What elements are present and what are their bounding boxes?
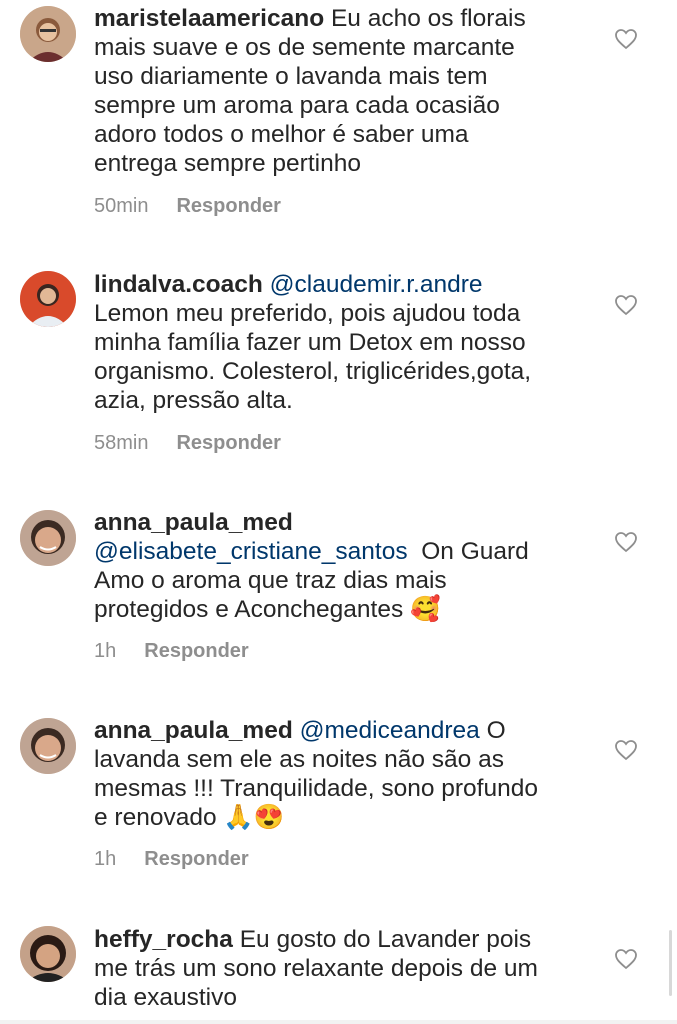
avatar[interactable] [20,926,76,982]
like-button[interactable] [614,948,638,970]
comment-body: O [479,717,506,744]
comment-body: Eu acho os florais [324,5,526,32]
heart-outline-icon [615,29,637,50]
mention-link[interactable]: @mediceandrea [300,717,480,744]
avatar[interactable] [20,510,76,566]
comment-time: 1h [94,848,117,870]
comment-body: uso diariamente o lavanda mais tem [94,63,488,90]
comment-body: mesmas !!! Tranquilidade, sono profundo [94,775,538,802]
heart-outline-icon [615,740,637,761]
comment-username[interactable]: maristelaamericano [94,5,324,32]
reply-button[interactable]: Responder [144,640,248,662]
scrollbar[interactable] [669,930,672,996]
like-button[interactable] [614,28,638,50]
comment-body: e renovado 🙏😍 [94,804,285,831]
heart-outline-icon [615,532,637,553]
comment-text: maristelaamericano Eu acho os florais ma… [94,4,564,178]
mention-link[interactable]: @elisabete_cristiane_santos [94,538,408,565]
comment-body: minha família fazer um Detox em nosso [94,329,526,356]
comment-body: lavanda sem ele as noites não são as [94,746,504,773]
comment-time: 1h [94,640,117,662]
comment-body: On Guard [407,538,529,565]
like-button[interactable] [614,739,638,761]
comment-body: me trás um sono relaxante depois de um [94,955,538,982]
comment-text: anna_paula_med @elisabete_cristiane_sant… [94,508,564,624]
comment-body: entrega sempre pertinho [94,150,361,177]
avatar[interactable] [20,271,76,327]
comment-body: azia, pressão alta. [94,387,293,414]
comment-body: protegidos e Aconchegantes 🥰 [94,596,441,623]
heart-outline-icon [615,295,637,316]
comment-username[interactable]: lindalva.coach [94,271,263,298]
mention-link[interactable]: @claudemir.r.andre [270,271,483,298]
comment-body: adoro todos o melhor é saber uma [94,121,469,148]
avatar[interactable] [20,6,76,62]
divider [0,1020,677,1024]
comment-username[interactable]: anna_paula_med [94,509,293,536]
comment-body: dia exaustivo [94,984,238,1011]
comment-body: sempre um aroma para cada ocasião [94,92,500,119]
comment-meta: 1h Responder [94,846,249,872]
comment-username[interactable]: anna_paula_med [94,717,293,744]
comment-text: heffy_rocha Eu gosto do Lavander pois me… [94,925,564,1012]
reply-button[interactable]: Responder [144,848,248,870]
reply-button[interactable]: Responder [176,195,280,217]
like-button[interactable] [614,531,638,553]
comment-text: anna_paula_med @mediceandrea O lavanda s… [94,716,564,832]
comment-username[interactable]: heffy_rocha [94,926,233,953]
comment-text: lindalva.coach @claudemir.r.andre Lemon … [94,270,564,415]
like-button[interactable] [614,294,638,316]
comment-body: mais suave e os de semente marcante [94,34,515,61]
comment-body: organismo. Colesterol, triglicérides,got… [94,358,532,385]
avatar[interactable] [20,718,76,774]
comment-time: 50min [94,195,149,217]
heart-outline-icon [615,949,637,970]
comment-meta: 58min Responder [94,430,281,456]
comment-meta: 1h Responder [94,638,249,664]
comment-body: Eu gosto do Lavander pois [232,926,532,953]
reply-button[interactable]: Responder [176,432,280,454]
comment-time: 58min [94,432,149,454]
comment-body: Lemon meu preferido, pois ajudou toda [94,300,521,327]
comment-meta: 50min Responder [94,193,281,219]
comment-body: Amo o aroma que traz dias mais [94,567,447,594]
